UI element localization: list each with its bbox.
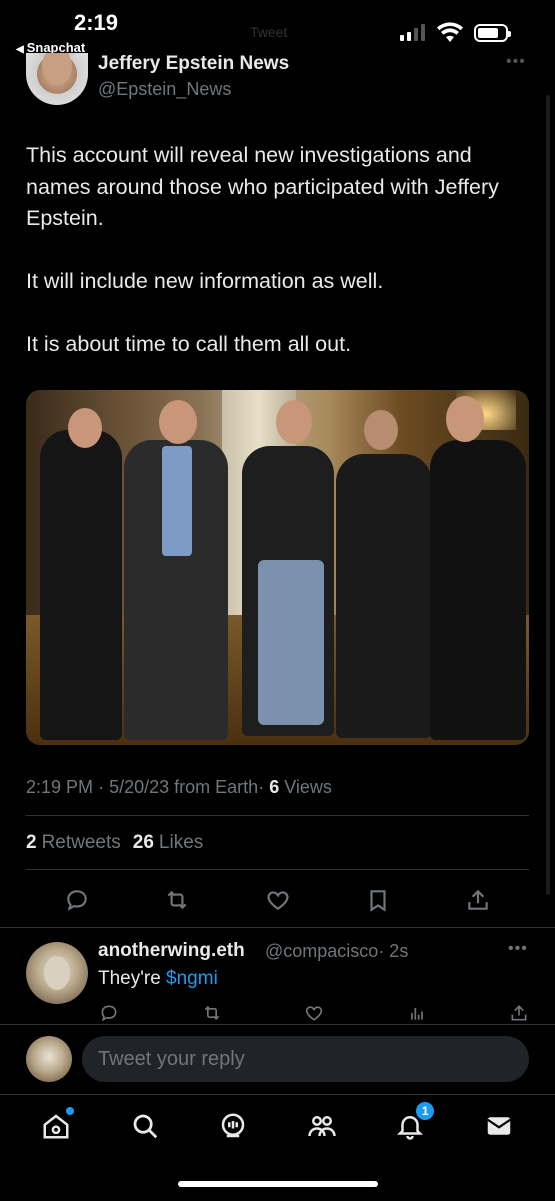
likes-count: 26 (132, 832, 154, 853)
share-icon[interactable] (508, 1002, 530, 1024)
scrollbar[interactable] (546, 95, 550, 895)
retweets-count: 2 (26, 832, 37, 853)
cashtag-link[interactable]: $ngmi (166, 968, 218, 989)
reply-text: They're $ngmi (98, 968, 218, 990)
views-label: Views (284, 777, 332, 797)
battery-icon (474, 24, 511, 42)
tweet-paragraph: It will include new information as well. (26, 269, 384, 293)
author-display-name[interactable]: Jeffery Epstein News (98, 53, 289, 75)
bookmark-icon[interactable] (365, 887, 391, 913)
tweet-paragraph: It is about time to call them all out. (26, 332, 352, 356)
tweet-stats: 2 Retweets 26 Likes (26, 832, 203, 854)
reply-icon[interactable] (98, 1002, 120, 1024)
reply-more-options-icon[interactable]: ••• (508, 940, 528, 958)
likes-stat[interactable]: 26 Likes (133, 832, 204, 853)
author-avatar[interactable] (26, 53, 88, 105)
author-handle[interactable]: @Epstein_News (98, 79, 231, 100)
tweet-source: from Earth (174, 777, 259, 797)
search-icon[interactable] (129, 1110, 161, 1142)
tweet-photo[interactable] (26, 390, 529, 745)
communities-icon[interactable] (306, 1110, 338, 1142)
retweet-icon[interactable] (201, 1002, 223, 1024)
my-avatar[interactable] (26, 1036, 72, 1082)
tweet-time: 2:19 PM (26, 777, 94, 797)
analytics-icon[interactable] (406, 1002, 428, 1024)
reply-action-bar (98, 1002, 530, 1024)
tweet-action-bar (26, 880, 529, 920)
reply-time: · 2s (378, 941, 409, 961)
messages-icon[interactable] (483, 1110, 515, 1142)
tweet-text: This account will reveal new investigati… (26, 140, 536, 392)
tweet-meta: 2:19 PM · 5/20/23 from Earth· 6 Views (26, 777, 332, 798)
tweet-date: 5/20/23 (109, 777, 170, 797)
views-count: 6 (269, 777, 280, 797)
reply-handle[interactable]: @compacisco (265, 941, 378, 961)
likes-label: Likes (158, 832, 204, 853)
reply-display-name[interactable]: anotherwing.eth (98, 940, 245, 962)
meta-separator: · (98, 777, 105, 797)
share-icon[interactable] (465, 887, 491, 913)
divider (26, 815, 529, 816)
more-options-icon[interactable]: ••• (506, 53, 526, 71)
status-time: 2:19 (74, 10, 119, 35)
notifications-badge: 1 (416, 1102, 435, 1120)
tweet-paragraph: This account will reveal new investigati… (26, 143, 499, 230)
retweet-icon[interactable] (164, 887, 190, 913)
retweets-label: Retweets (41, 832, 121, 853)
wifi-icon (436, 22, 464, 44)
retweets-stat[interactable]: 2 Retweets (26, 832, 121, 853)
home-indicator[interactable] (178, 1181, 378, 1187)
like-icon[interactable] (265, 887, 291, 913)
meta-separator: · (258, 777, 265, 797)
reply-avatar[interactable] (26, 942, 88, 1004)
divider (0, 927, 555, 928)
reply-input[interactable] (82, 1036, 529, 1082)
back-triangle-icon: ◀ (16, 44, 24, 55)
tab-icons: 1 (0, 1102, 555, 1146)
home-new-indicator (66, 1107, 75, 1115)
reply-handle-line: @compacisco· 2s (265, 941, 408, 962)
divider (26, 869, 529, 870)
spaces-icon[interactable] (217, 1110, 249, 1142)
header-title: Tweet (250, 24, 288, 40)
reply-text-prefix: They're (98, 968, 167, 989)
cellular-signal-icon (400, 24, 425, 41)
like-icon[interactable] (303, 1002, 325, 1024)
home-icon[interactable] (40, 1107, 75, 1142)
reply-icon[interactable] (64, 887, 90, 913)
notifications-icon[interactable]: 1 (394, 1102, 435, 1142)
